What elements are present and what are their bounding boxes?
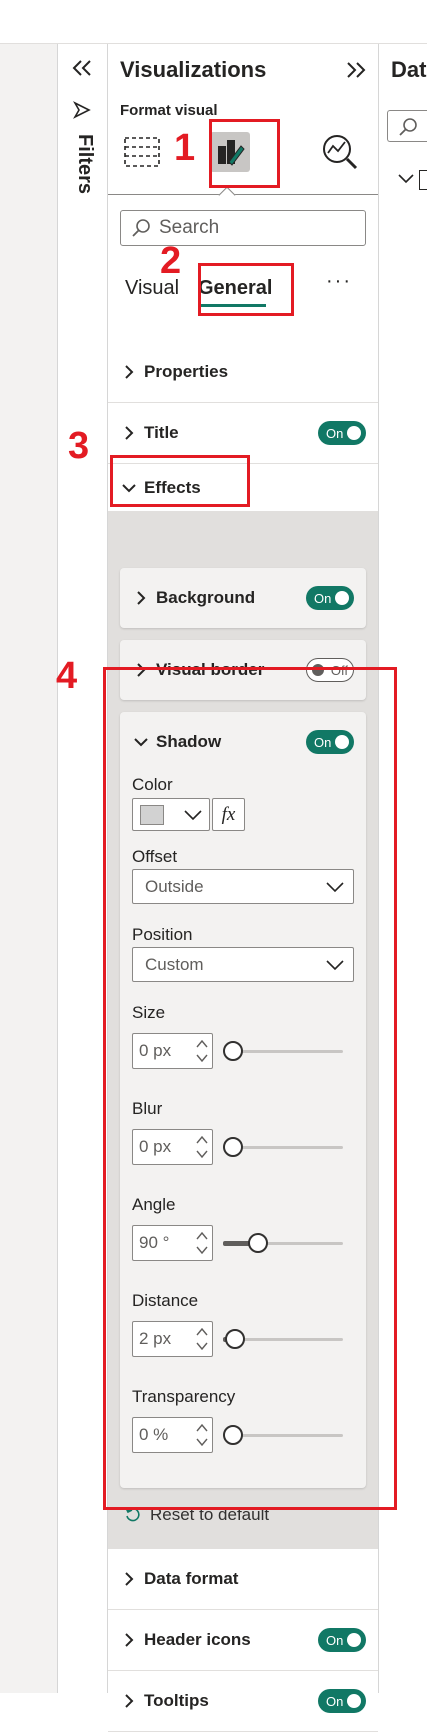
table-icon (419, 170, 427, 190)
background-toggle[interactable]: On (306, 586, 354, 610)
toggle-knob (347, 1694, 361, 1708)
analytics-icon[interactable] (320, 132, 360, 172)
section-title-label: Title (144, 423, 179, 442)
toggle-text: On (314, 590, 332, 606)
search-input[interactable]: Search (120, 210, 366, 246)
chevron-right-icon (125, 1572, 134, 1586)
search-icon (131, 218, 151, 238)
search-icon (399, 118, 417, 136)
top-bar (0, 0, 427, 44)
toggle-knob (347, 426, 361, 440)
section-data-format-label: Data format (144, 1569, 239, 1588)
chevron-right-icon (125, 1633, 134, 1647)
toggle-knob (335, 591, 349, 605)
chevron-right-icon (137, 591, 146, 605)
tab-divider (108, 194, 378, 195)
section-properties[interactable]: Properties (108, 342, 378, 403)
chevron-right-icon (125, 1694, 134, 1708)
search-placeholder: Search (159, 217, 220, 238)
title-toggle[interactable]: On (318, 421, 366, 445)
section-header-icons[interactable]: Header icons On (108, 1610, 378, 1671)
double-chevron-right-icon[interactable] (342, 56, 370, 84)
filters-label: Filters (74, 134, 96, 195)
section-tooltips-label: Tooltips (144, 1691, 209, 1710)
filter-icon (70, 98, 94, 122)
annotation-2: 2 (160, 240, 182, 282)
chevron-right-icon (125, 365, 134, 379)
annotation-box-4 (103, 667, 397, 1510)
data-pane-title: Dat (391, 57, 427, 82)
annotation-box-1 (209, 119, 280, 188)
data-search-input[interactable] (387, 110, 427, 142)
build-visual-icon[interactable] (122, 132, 162, 172)
annotation-box-2 (198, 263, 294, 316)
annotation-1: 1 (174, 127, 196, 169)
format-visual-subtitle: Format visual (120, 102, 218, 119)
section-properties-label: Properties (144, 362, 229, 381)
card-background-label: Background (156, 588, 256, 607)
header-icons-toggle[interactable]: On (318, 1628, 366, 1652)
section-header-icons-label: Header icons (144, 1630, 251, 1649)
section-tooltips[interactable]: Tooltips On (108, 1671, 378, 1732)
card-background[interactable]: Background On (120, 568, 366, 628)
section-data-format[interactable]: Data format (108, 1549, 378, 1610)
pane-title: Visualizations (120, 57, 267, 82)
chevron-down-icon[interactable] (397, 172, 415, 186)
filters-label-wrap[interactable]: Filters (66, 134, 98, 254)
annotation-3: 3 (68, 425, 90, 467)
tab-pointer (218, 186, 236, 204)
toggle-text: On (326, 425, 344, 441)
double-chevron-left-icon[interactable] (66, 54, 98, 82)
toggle-text: On (326, 1693, 344, 1709)
report-canvas-edge (0, 44, 58, 1693)
annotation-4: 4 (56, 655, 78, 697)
toggle-text: On (326, 1632, 344, 1648)
filters-pane: Filters (58, 44, 108, 1693)
annotation-box-3 (110, 455, 250, 507)
chevron-right-icon (125, 426, 134, 440)
ellipsis-icon[interactable]: ··· (326, 270, 352, 293)
toggle-knob (347, 1633, 361, 1647)
